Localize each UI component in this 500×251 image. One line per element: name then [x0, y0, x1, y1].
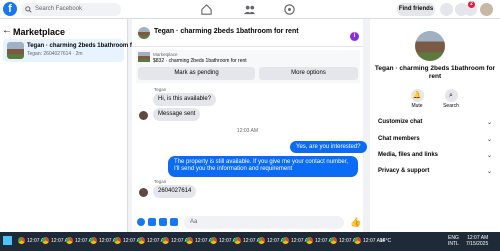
sender-avatar[interactable] — [139, 111, 148, 120]
chevron-down-icon: ⌄ — [486, 169, 492, 175]
chrome-icon — [162, 237, 169, 245]
section-label: Media, files and links — [378, 152, 439, 158]
search-icon — [25, 6, 32, 13]
conversation-preview: Tegan: 2604027614 · 2m — [27, 51, 83, 57]
search-placeholder: Search Facebook — [35, 6, 83, 12]
search-chat-button[interactable]: ⌕ Search — [436, 89, 466, 109]
windows-taskbar: 12:07 AM 12:07 AM 12:07 AM 12:07 AM 12:0… — [0, 232, 500, 251]
chrome-icon — [66, 237, 73, 245]
chat-thumbnail[interactable] — [138, 27, 150, 39]
chrome-icon — [114, 237, 121, 245]
clock[interactable]: 12:07 AM 7/15/2025 — [466, 235, 488, 247]
listing-card-label: Marketplace — [153, 52, 178, 57]
customize-chat-section[interactable]: Customize chat ⌄ — [378, 119, 492, 126]
message-sender: Tegan — [154, 87, 167, 92]
search-icon: ⌕ — [444, 89, 458, 102]
details-title: Tegan · charming 2beds 1bathroom for ren… — [374, 65, 496, 80]
chat-details-panel: Tegan · charming 2beds 1bathroom for ren… — [370, 19, 500, 232]
chevron-down-icon: ⌄ — [486, 120, 492, 126]
plus-icon[interactable] — [137, 218, 145, 226]
chrome-icon — [282, 237, 289, 245]
chrome-icon — [186, 237, 193, 245]
chevron-down-icon: ⌄ — [486, 153, 492, 159]
incoming-message[interactable]: Hi, is this available? — [153, 93, 217, 106]
section-label: Privacy & support — [378, 168, 430, 174]
menu-grid-icon[interactable] — [440, 3, 453, 16]
bell-icon: 🔔 — [410, 89, 424, 102]
top-navigation-bar: f Search Facebook Find friends 2 — [0, 0, 500, 19]
marketplace-title: Marketplace — [13, 27, 66, 37]
windows-start-icon[interactable] — [3, 236, 12, 245]
chrome-icon — [90, 237, 97, 245]
screen: f Search Facebook Find friends 2 ← Marke… — [0, 0, 500, 251]
message-composer: Aa 👍 — [132, 213, 363, 232]
listing-thumbnail — [7, 42, 24, 59]
chat-title[interactable]: Tegan · charming 2beds 1bathroom for ren… — [154, 28, 299, 35]
facebook-logo-icon[interactable]: f — [3, 2, 17, 16]
message-list: Tegan Hi, is this available? Message sen… — [132, 85, 367, 213]
chrome-icon — [354, 237, 361, 245]
incoming-message[interactable]: 2604027614 — [153, 185, 197, 198]
section-label: Chat members — [378, 136, 420, 142]
chrome-icon — [234, 237, 241, 245]
conversation-list-item[interactable]: Tegan · charming 2beds 1bathroom fo Tega… — [3, 39, 136, 62]
language-indicator[interactable]: ENG INTL — [448, 235, 459, 247]
info-icon[interactable]: i — [350, 32, 359, 41]
message-input[interactable]: Aa — [184, 216, 344, 229]
find-friends-button[interactable]: Find friends — [397, 3, 435, 16]
conversation-name: Tegan · charming 2beds 1bathroom fo — [27, 43, 136, 49]
chrome-icon — [306, 237, 313, 245]
chrome-icon — [138, 237, 145, 245]
outgoing-message[interactable]: The property is still available. If you … — [168, 156, 358, 177]
chat-members-section[interactable]: Chat members ⌄ — [378, 136, 492, 143]
outgoing-message[interactable]: Yes, are you interested? — [290, 141, 367, 153]
sticker-icon[interactable] — [159, 218, 167, 226]
privacy-support-section[interactable]: Privacy & support ⌄ — [378, 168, 492, 175]
message-sender: Tegan — [154, 179, 167, 184]
listing-card-thumbnail[interactable] — [138, 52, 150, 62]
mute-button[interactable]: 🔔 Mute — [402, 89, 432, 109]
more-options-button[interactable]: More options — [259, 67, 358, 80]
sender-avatar[interactable] — [139, 188, 148, 197]
search-input[interactable]: Search Facebook — [21, 3, 121, 16]
listing-card-price[interactable]: $832 · charming 2beds 1bathroom for rent — [153, 58, 247, 64]
chrome-icon — [42, 237, 49, 245]
thumbs-up-icon[interactable]: 👍 — [350, 217, 361, 228]
profile-avatar[interactable] — [480, 3, 493, 16]
notification-badge: 2 — [468, 1, 475, 8]
section-label: Customize chat — [378, 119, 423, 125]
chrome-icon — [18, 237, 25, 245]
gif-icon[interactable] — [170, 218, 178, 226]
search-label: Search — [443, 103, 459, 109]
media-files-section[interactable]: Media, files and links ⌄ — [378, 152, 492, 159]
image-icon[interactable] — [148, 218, 156, 226]
chrome-icon — [330, 237, 337, 245]
mark-as-pending-button[interactable]: Mark as pending — [138, 67, 255, 80]
chat-panel: Tegan · charming 2beds 1bathroom for ren… — [132, 19, 367, 232]
chevron-down-icon: ⌄ — [486, 137, 492, 143]
chat-header: Tegan · charming 2beds 1bathroom for ren… — [132, 19, 363, 47]
details-thumbnail[interactable] — [415, 31, 445, 61]
incoming-message[interactable]: Message sent — [153, 108, 201, 121]
home-icon[interactable] — [200, 3, 213, 16]
marketplace-sidebar: ← Marketplace Tegan · charming 2beds 1ba… — [0, 19, 136, 232]
back-arrow-icon[interactable]: ← — [2, 25, 12, 36]
chrome-icon — [210, 237, 217, 245]
gaming-icon[interactable] — [283, 3, 296, 16]
weather-widget[interactable]: 14°C — [380, 236, 391, 247]
chrome-icon — [258, 237, 265, 245]
listing-card: Marketplace $832 · charming 2beds 1bathr… — [136, 50, 360, 83]
message-timestamp: 12:03 AM — [236, 128, 259, 134]
groups-icon[interactable] — [243, 3, 256, 16]
mute-label: Mute — [411, 103, 423, 109]
